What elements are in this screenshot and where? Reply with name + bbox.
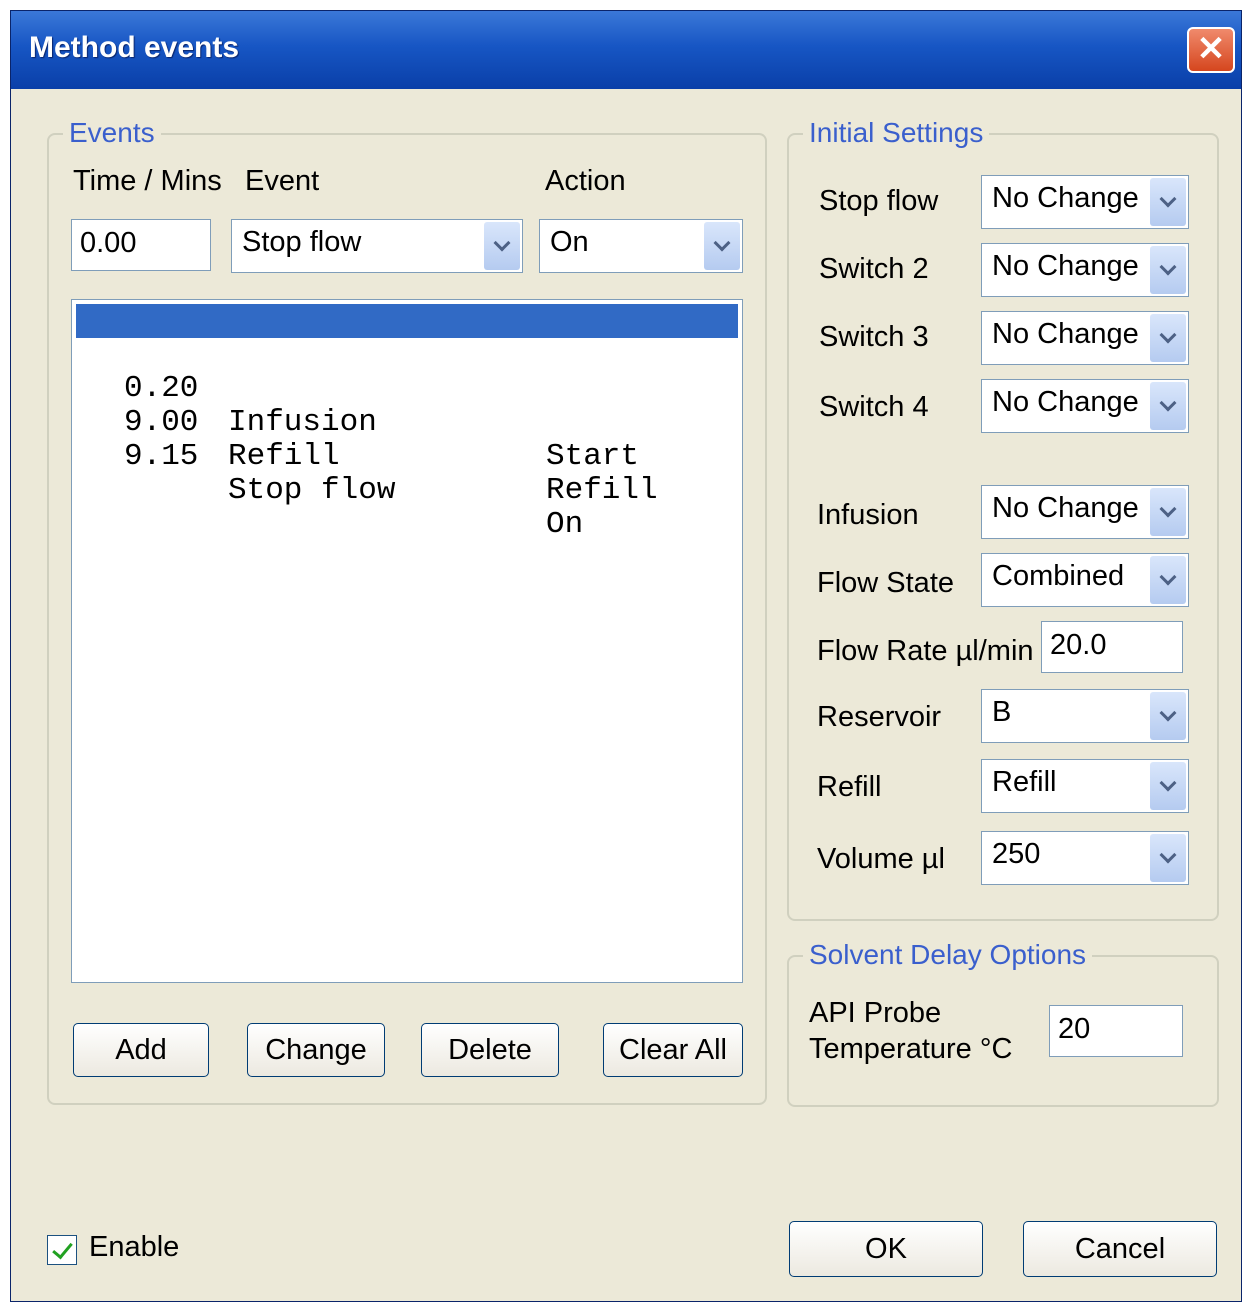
stop-flow-label: Stop flow	[819, 185, 939, 217]
close-icon[interactable]: ✕	[1187, 27, 1235, 73]
chevron-down-icon[interactable]	[1150, 834, 1186, 882]
infusion-value: No Change	[992, 492, 1139, 524]
list-item[interactable]: 0.20 Infusion Start	[76, 338, 738, 474]
flow-state-select[interactable]: Combined	[981, 553, 1189, 607]
flow-rate-label: Flow Rate µl/min	[817, 635, 1034, 667]
chevron-down-icon[interactable]	[1150, 762, 1186, 810]
switch-2-select[interactable]: No Change	[981, 243, 1189, 297]
action-column-label: Action	[545, 165, 626, 197]
reservoir-value: B	[992, 696, 1012, 728]
event-select-value: Stop flow	[242, 226, 362, 258]
enable-label[interactable]: Enable	[89, 1231, 179, 1264]
api-probe-temperature-input[interactable]: 20	[1049, 1005, 1183, 1057]
list-item[interactable]: 9.00 Refill Refill	[76, 372, 738, 508]
add-button[interactable]: Add	[73, 1023, 209, 1077]
chevron-down-icon[interactable]	[1150, 692, 1186, 740]
switch-4-select[interactable]: No Change	[981, 379, 1189, 433]
reservoir-label: Reservoir	[817, 701, 942, 733]
event-action: Start	[546, 439, 640, 474]
api-probe-temperature-label: Temperature °C	[809, 1033, 1013, 1065]
infusion-select[interactable]: No Change	[981, 485, 1189, 539]
chevron-down-icon[interactable]	[1150, 556, 1186, 604]
event-action: On	[546, 507, 584, 542]
chevron-down-icon[interactable]	[1150, 488, 1186, 536]
event-name: Stop flow	[228, 473, 396, 508]
volume-label: Volume µl	[817, 843, 945, 875]
volume-select[interactable]: 250	[981, 831, 1189, 885]
window-title: Method events	[29, 31, 240, 64]
time-column-label: Time / Mins	[73, 165, 222, 197]
chevron-down-icon[interactable]	[1150, 314, 1186, 362]
flow-rate-input[interactable]: 20.0	[1041, 621, 1183, 673]
event-select[interactable]: Stop flow	[231, 219, 523, 273]
method-events-dialog: Method events ✕ Events Time / Mins Event…	[10, 10, 1242, 1302]
switch-2-label: Switch 2	[819, 253, 929, 285]
enable-checkbox[interactable]	[47, 1235, 77, 1265]
refill-select[interactable]: Refill	[981, 759, 1189, 813]
list-item[interactable]: 9.15 Stop flow On	[76, 406, 738, 542]
switch-4-value: No Change	[992, 386, 1139, 418]
change-button[interactable]: Change	[247, 1023, 385, 1077]
switch-2-value: No Change	[992, 250, 1139, 282]
chevron-down-icon[interactable]	[1150, 246, 1186, 294]
delete-button[interactable]: Delete	[421, 1023, 559, 1077]
event-action: Refill	[546, 473, 658, 508]
reservoir-select[interactable]: B	[981, 689, 1189, 743]
refill-label: Refill	[817, 771, 882, 803]
list-item[interactable]: 0.00 Stop flow On	[76, 304, 738, 440]
action-select-value: On	[550, 226, 589, 258]
stop-flow-select[interactable]: No Change	[981, 175, 1189, 229]
events-list[interactable]: 0.00 Stop flow On 0.20 Infusion Start 9.…	[71, 299, 743, 983]
title-bar[interactable]: Method events ✕	[11, 11, 1241, 89]
refill-value: Refill	[992, 766, 1057, 798]
chevron-down-icon[interactable]	[484, 222, 520, 270]
api-probe-label: API Probe	[809, 997, 942, 1029]
initial-settings-legend: Initial Settings	[803, 117, 990, 149]
switch-3-select[interactable]: No Change	[981, 311, 1189, 365]
switch-3-value: No Change	[992, 318, 1139, 350]
volume-value: 250	[992, 838, 1041, 870]
solvent-delay-legend: Solvent Delay Options	[803, 939, 1093, 971]
flow-state-label: Flow State	[817, 567, 954, 599]
event-name: Refill	[228, 439, 340, 474]
event-column-label: Event	[245, 165, 320, 197]
checkmark-icon	[52, 1237, 73, 1260]
action-select[interactable]: On	[539, 219, 743, 273]
switch-4-label: Switch 4	[819, 391, 929, 423]
ok-button[interactable]: OK	[789, 1221, 983, 1277]
chevron-down-icon[interactable]	[704, 222, 740, 270]
switch-3-label: Switch 3	[819, 321, 929, 353]
chevron-down-icon[interactable]	[1150, 382, 1186, 430]
chevron-down-icon[interactable]	[1150, 178, 1186, 226]
cancel-button[interactable]: Cancel	[1023, 1221, 1217, 1277]
clear-all-button[interactable]: Clear All	[603, 1023, 743, 1077]
flow-state-value: Combined	[992, 560, 1125, 592]
events-legend: Events	[63, 117, 161, 149]
infusion-label: Infusion	[817, 499, 919, 531]
stop-flow-value: No Change	[992, 182, 1139, 214]
event-time: 9.15	[124, 439, 199, 474]
time-input[interactable]: 0.00	[71, 219, 211, 271]
